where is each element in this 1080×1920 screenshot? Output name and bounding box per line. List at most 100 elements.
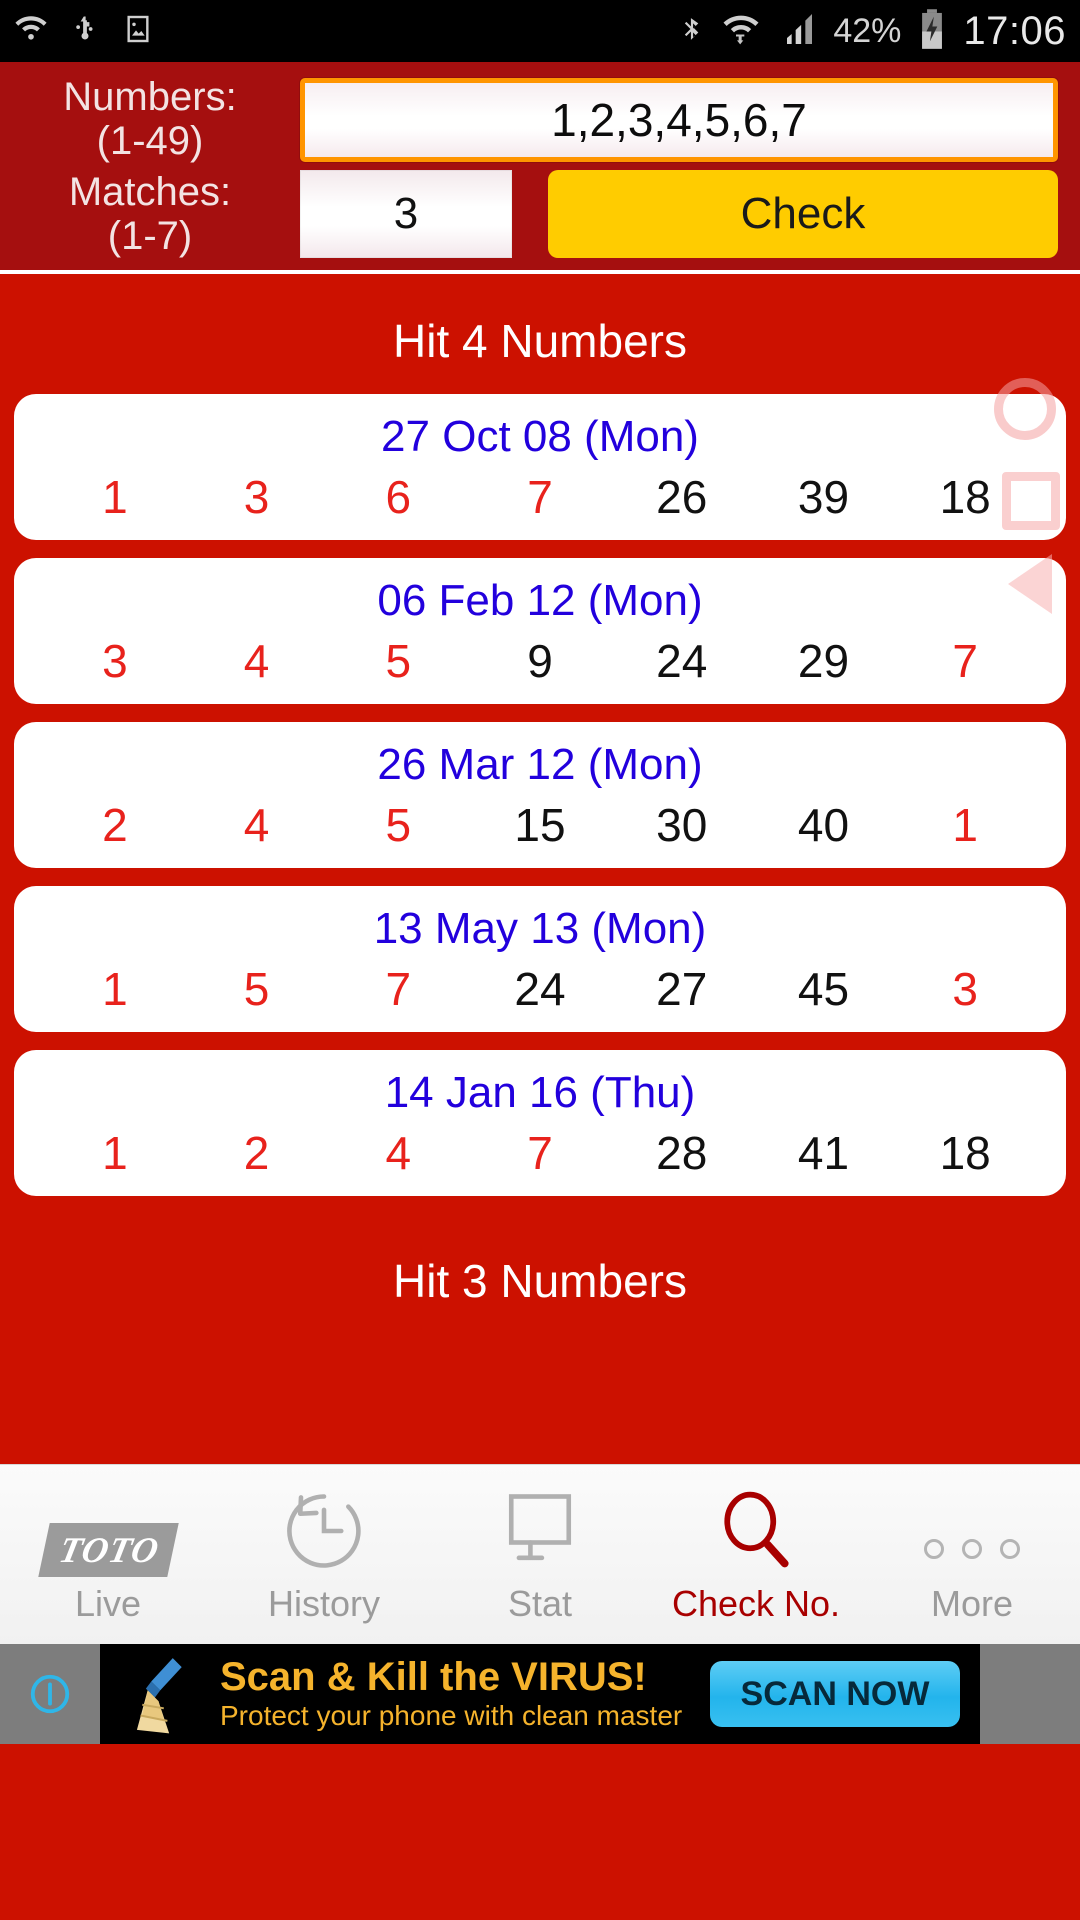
result-number: 40: [797, 799, 850, 851]
matches-row: Matches: (1-7) 3 Check: [0, 170, 1080, 258]
ad-banner[interactable]: Scan & Kill the VIRUS! Protect your phon…: [0, 1644, 1080, 1744]
signal-icon: [777, 9, 817, 54]
nav-item-history[interactable]: History: [216, 1485, 432, 1625]
check-button[interactable]: Check: [548, 170, 1058, 258]
result-number-hit: 6: [385, 471, 412, 523]
check-button-label: Check: [740, 189, 866, 238]
result-number: 45: [797, 963, 850, 1015]
result-number: 39: [797, 471, 850, 523]
result-card-numbers: 2 4 5 15 30 40 1: [14, 798, 1066, 852]
section-title-hit3: Hit 3 Numbers: [393, 1255, 687, 1307]
results-list[interactable]: Hit 4 Numbers 27 Oct 08 (Mon) 1 3 6 7 26 39 18 0…: [0, 274, 1080, 1464]
numbers-label: Numbers: (1-49): [0, 77, 300, 161]
battery-percent-label: 42%: [833, 11, 902, 50]
result-number-hit: 4: [243, 635, 270, 687]
usb-icon: [70, 12, 100, 51]
toto-logo-text: TOTO: [37, 1522, 179, 1577]
more-dot: [962, 1538, 982, 1559]
result-number: 24: [514, 963, 566, 1015]
numbers-input[interactable]: 1,2,3,4,5,6,7: [300, 78, 1058, 162]
more-dot: [1000, 1538, 1020, 1559]
result-card[interactable]: 06 Feb 12 (Mon) 3 4 5 9 24 29 7: [14, 554, 1066, 704]
ad-info-icon[interactable]: [0, 1671, 100, 1717]
wifi-question-icon: [14, 12, 48, 51]
status-bar-right-icons: 42% 17:06: [679, 8, 1066, 55]
monitor-icon: [494, 1485, 586, 1577]
result-number-hit: 3: [102, 635, 128, 687]
result-number: 18: [939, 471, 991, 523]
status-bar-left-icons: [14, 12, 154, 51]
ad-subline: Protect your phone with clean master: [220, 1699, 683, 1731]
result-card-numbers: 1 3 6 7 26 39 18: [14, 470, 1066, 524]
nav-label-stat: Stat: [507, 1582, 573, 1624]
numbers-range-text: (1-49): [96, 119, 204, 163]
numbers-input-value: 1,2,3,4,5,6,7: [551, 94, 807, 146]
toto-logo-icon: TOTO: [37, 1485, 179, 1577]
result-number-hit: 3: [243, 471, 270, 523]
bottom-navigation: TOTO Live History Stat Check No. More: [0, 1464, 1080, 1644]
result-number-hit: 5: [385, 635, 412, 687]
result-card-date: 14 Jan 16 (Thu): [384, 1068, 696, 1117]
nav-item-check-no[interactable]: Check No.: [648, 1485, 864, 1625]
screenshot-image-icon: [122, 12, 154, 51]
bluetooth-icon: [679, 9, 705, 54]
more-dot: [924, 1538, 944, 1559]
battery-charging-icon: [917, 8, 947, 55]
ad-content[interactable]: Scan & Kill the VIRUS! Protect your phon…: [100, 1644, 980, 1744]
ad-cta-button[interactable]: SCAN NOW: [710, 1661, 960, 1727]
numbers-label-text: Numbers:: [63, 75, 237, 119]
result-number: 28: [656, 1127, 708, 1179]
ad-headline: Scan & Kill the VIRUS!: [220, 1654, 647, 1699]
result-number-hit: 7: [527, 471, 553, 523]
nav-item-more[interactable]: More: [864, 1485, 1080, 1625]
result-number-hit: 1: [102, 471, 128, 523]
result-number: 29: [797, 635, 850, 687]
broom-icon: [114, 1651, 210, 1737]
ad-right-filler: [980, 1644, 1080, 1744]
result-number: 24: [656, 635, 708, 687]
matches-label: Matches: (1-7): [0, 172, 300, 256]
result-card-numbers: 3 4 5 9 24 29 7: [14, 634, 1066, 688]
result-number-hit: 7: [527, 1127, 553, 1179]
result-card-date: 06 Feb 12 (Mon): [377, 576, 703, 625]
clock-label: 17:06: [963, 8, 1066, 53]
ad-cta-label: SCAN NOW: [740, 1674, 930, 1713]
result-card[interactable]: 27 Oct 08 (Mon) 1 3 6 7 26 39 18: [14, 378, 1066, 540]
wifi-icon: [721, 9, 761, 54]
result-number-hit: 3: [952, 963, 978, 1015]
matches-label-text: Matches:: [68, 170, 232, 214]
nav-label-live: Live: [74, 1582, 142, 1624]
result-number-hit: 4: [243, 799, 270, 851]
matches-input[interactable]: 3: [300, 170, 512, 258]
result-card-date: 26 Mar 12 (Mon): [377, 740, 703, 789]
result-card[interactable]: 13 May 13 (Mon) 1 5 7 24 27 45 3: [14, 886, 1066, 1032]
result-card-date: 27 Oct 08 (Mon): [381, 412, 699, 461]
nav-label-more: More: [930, 1582, 1014, 1624]
nav-label-check-no: Check No.: [671, 1582, 841, 1624]
nav-item-live[interactable]: TOTO Live: [0, 1485, 216, 1625]
result-number: 15: [514, 799, 566, 851]
result-number: 30: [656, 799, 708, 851]
result-number: 18: [939, 1127, 991, 1179]
result-number-hit: 5: [243, 963, 270, 1015]
result-card-numbers: 1 5 7 24 27 45 3: [14, 962, 1066, 1016]
result-number-hit: 7: [952, 635, 978, 687]
nav-item-stat[interactable]: Stat: [432, 1485, 648, 1625]
result-cards-host: 27 Oct 08 (Mon) 1 3 6 7 26 39 18 06 Feb 12 (Mon)…: [0, 378, 1080, 1196]
result-number-hit: 2: [243, 1127, 270, 1179]
section-title-hit4: Hit 4 Numbers: [393, 315, 687, 367]
result-card-date: 13 May 13 (Mon): [373, 904, 707, 953]
result-card[interactable]: 26 Mar 12 (Mon) 2 4 5 15 30 40 1: [14, 722, 1066, 868]
more-dots-icon: [924, 1485, 1020, 1577]
nav-label-history: History: [267, 1582, 380, 1624]
input-panel: Numbers: (1-49) 1,2,3,4,5,6,7 Matches: (…: [0, 62, 1080, 274]
result-card[interactable]: 14 Jan 16 (Thu) 1 2 4 7 28 41 18: [14, 1050, 1066, 1196]
result-card-numbers: 1 2 4 7 28 41 18: [14, 1126, 1066, 1180]
status-bar: 42% 17:06: [0, 0, 1080, 62]
result-number-hit: 1: [102, 1127, 128, 1179]
more-dots-group: [924, 1538, 1020, 1577]
matches-range-text: (1-7): [107, 214, 193, 258]
result-number-hit: 2: [102, 799, 128, 851]
result-number-hit: 1: [952, 799, 978, 851]
ad-text-block: Scan & Kill the VIRUS! Protect your phon…: [210, 1656, 710, 1732]
